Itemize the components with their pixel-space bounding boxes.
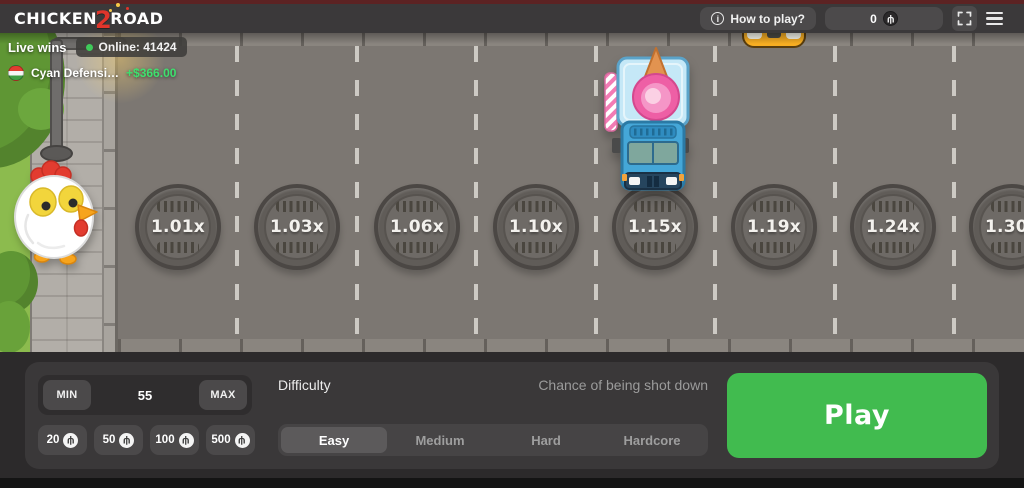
quick-bet-20-button[interactable]: 20 ψ [38, 425, 87, 455]
online-count: Online: 41424 [99, 40, 177, 54]
lane-divider [952, 46, 956, 339]
manhole-multiplier-8: 1.30x [969, 184, 1024, 270]
fullscreen-button[interactable] [952, 6, 977, 31]
chance-label: Chance of being shot down [538, 377, 708, 393]
logo-confetti-dot [126, 7, 129, 10]
manhole-multiplier-5: 1.15x [612, 184, 698, 270]
quick-bet-100-button[interactable]: 100 ψ [150, 425, 199, 455]
bottom-bar [0, 478, 1024, 488]
max-bet-button[interactable]: MAX [199, 380, 247, 410]
bet-value-field[interactable]: 55 [91, 388, 199, 403]
currency-coin-icon: ψ [883, 11, 898, 26]
quick-bet-500-button[interactable]: 500 ψ [206, 425, 255, 455]
lane-divider [235, 46, 239, 339]
taxi-headlight [747, 33, 762, 39]
road-top-edge [118, 33, 1024, 46]
player-avatar [8, 65, 24, 81]
multiplier-label: 1.30x [981, 196, 1024, 258]
live-wins-panel: Live wins Online: 41424 Cyan Defensi… +$… [8, 37, 187, 81]
multiplier-label: 1.10x [505, 196, 567, 258]
app-stage: CHICKEN 2 ROAD i How to play? 0 ψ [0, 0, 1024, 488]
bottom-panel: MIN 55 MAX 20 ψ 50 ψ 100 ψ 500 [0, 352, 1024, 478]
taxi-car [742, 33, 806, 48]
tab-medium[interactable]: Medium [387, 427, 493, 453]
ice-cream-truck [600, 45, 700, 195]
lane-divider [833, 46, 837, 339]
currency-coin-icon: ψ [119, 433, 134, 448]
app-logo: CHICKEN 2 ROAD [14, 5, 163, 33]
lane-divider [713, 46, 717, 339]
fullscreen-icon [957, 11, 972, 26]
currency-coin-icon: ψ [235, 433, 250, 448]
min-bet-button[interactable]: MIN [43, 380, 91, 410]
controls-card: MIN 55 MAX 20 ψ 50 ψ 100 ψ 500 [25, 362, 999, 469]
difficulty-label: Difficulty [278, 377, 331, 393]
taxi-headlight [786, 33, 801, 39]
game-scene: 1.01x 1.03x 1.06x 1.10x 1.15x 1.19x 1.24… [0, 33, 1024, 352]
difficulty-tabs: Easy Medium Hard Hardcore [278, 424, 708, 456]
header-right-cluster: i How to play? 0 ψ [700, 6, 1010, 31]
manhole-multiplier-2: 1.03x [254, 184, 340, 270]
currency-coin-icon: ψ [63, 433, 78, 448]
tab-easy[interactable]: Easy [281, 427, 387, 453]
hamburger-icon [986, 12, 1003, 14]
player-win-amount: +$366.00 [126, 66, 176, 80]
chicken-character [8, 155, 108, 267]
hamburger-menu-button[interactable] [986, 6, 1010, 31]
balance-value: 0 [870, 12, 877, 26]
tab-hard[interactable]: Hard [493, 427, 599, 453]
multiplier-label: 1.06x [386, 196, 448, 258]
multiplier-label: 1.01x [147, 196, 209, 258]
taxi-windshield [767, 33, 781, 38]
play-button[interactable]: Play [727, 373, 987, 458]
road-bottom-edge [118, 339, 1024, 352]
online-badge: Online: 41424 [76, 37, 187, 57]
manhole-multiplier-1: 1.01x [135, 184, 221, 270]
how-to-play-button[interactable]: i How to play? [700, 7, 816, 30]
header-bar: CHICKEN 2 ROAD i How to play? 0 ψ [0, 4, 1024, 33]
live-wins-label: Live wins [8, 40, 67, 55]
multiplier-label: 1.03x [266, 196, 328, 258]
lane-divider [474, 46, 478, 339]
difficulty-header: Difficulty Chance of being shot down [278, 377, 708, 393]
how-to-play-label: How to play? [730, 12, 805, 26]
multiplier-label: 1.24x [862, 196, 924, 258]
lane-divider [594, 46, 598, 339]
bet-amount-box: MIN 55 MAX [38, 375, 252, 415]
logo-confetti-dot [109, 9, 112, 12]
manhole-multiplier-4: 1.10x [493, 184, 579, 270]
player-name: Cyan Defensi… [31, 66, 119, 80]
manhole-multiplier-3: 1.06x [374, 184, 460, 270]
logo-text-left: CHICKEN [14, 9, 97, 28]
quick-bet-50-button[interactable]: 50 ψ [94, 425, 143, 455]
multiplier-label: 1.19x [743, 196, 805, 258]
tab-hardcore[interactable]: Hardcore [599, 427, 705, 453]
manhole-multiplier-7: 1.24x [850, 184, 936, 270]
live-win-entry: Cyan Defensi… +$366.00 [8, 65, 187, 81]
logo-confetti-dot [116, 3, 120, 7]
balance-display: 0 ψ [825, 7, 943, 30]
lane-divider [355, 46, 359, 339]
multiplier-label: 1.15x [624, 196, 686, 258]
currency-coin-icon: ψ [179, 433, 194, 448]
quick-bet-row: 20 ψ 50 ψ 100 ψ 500 ψ [38, 425, 255, 455]
online-indicator-dot [86, 44, 93, 51]
logo-text-right: ROAD [110, 9, 163, 28]
info-icon: i [711, 12, 724, 25]
manhole-multiplier-6: 1.19x [731, 184, 817, 270]
